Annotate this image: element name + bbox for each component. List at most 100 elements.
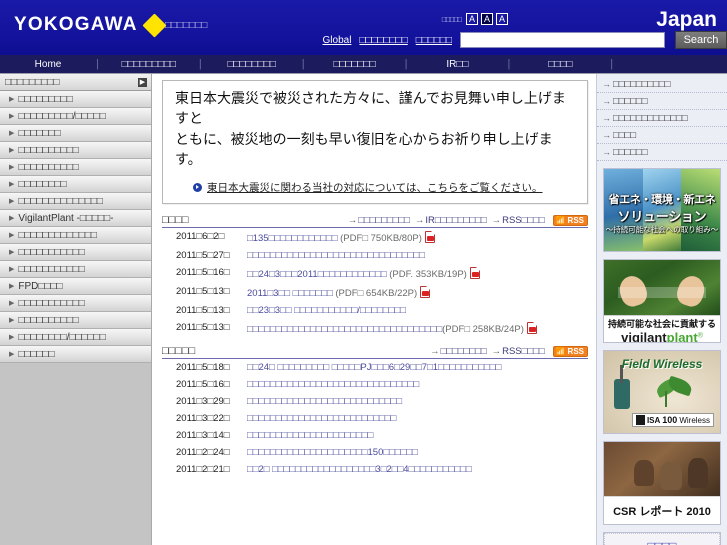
vigilantplant-banner[interactable]: 持続可能な社会に貢献する vigilantplant®	[603, 259, 721, 343]
news-row[interactable]: 2011□5□16□ □□24□3□□□2011□□□□□□□□□□□□ (PD…	[162, 266, 588, 281]
news-row[interactable]: 2011□3□29□ □□□□□□□□□□□□□□□□□□□□□□□□□□□	[162, 396, 588, 408]
sidebar-item-fpd[interactable]: ▶ FPD□□□□	[0, 278, 151, 295]
arrow-right-icon: →	[602, 79, 611, 89]
search-button[interactable]: Search	[675, 31, 727, 49]
notice-line-2: ともに、被災地の一刻も早い復旧を心からお祈り申し上げます。	[175, 131, 553, 168]
sidebar-item-label: □□□□□□□□□□□	[18, 263, 85, 275]
font-size-large-button[interactable]: A	[496, 13, 508, 25]
news-row[interactable]: 2011□3□22□ □□□□□□□□□□□□□□□□□□□□□□□□□□	[162, 413, 588, 425]
csr-report-banner[interactable]: CSR レポート 2010	[603, 441, 721, 525]
sidebar-item-5[interactable]: ▶ □□□□□□□□	[0, 176, 151, 193]
news-title[interactable]: □□23□3□□ □□□□□□□□□□□/□□□□□□□□	[247, 305, 406, 317]
section-links: →□□□□□□□□ →RSS□□□□ 📶 RSS	[430, 346, 588, 358]
right-link-3[interactable]: → □□□□	[597, 127, 727, 144]
section-link-ir-news[interactable]: →IR□□□□□□□□□	[415, 215, 487, 226]
news-row[interactable]: 2011□6□2□ □135□□□□□□□□□□□□ (PDF□ 750KB/8…	[162, 231, 588, 245]
notice-link[interactable]: 東日本大震災に関わる当社の対応については、こちらをご覧ください。	[207, 180, 542, 195]
news-title[interactable]: □□□□□□□□□□□□□□□□□□□□□□	[247, 430, 373, 442]
sidebar-header[interactable]: □□□□□□□□□ ▶	[0, 74, 151, 91]
sidebar-item-2[interactable]: ▶ □□□□□□□	[0, 125, 151, 142]
news-date: 2011□5□13□	[176, 304, 230, 316]
banner-title-line1: 省エネ・環境・新エネ	[608, 193, 716, 206]
nav-item-solutions[interactable]: □□□□□□□□	[202, 59, 302, 70]
sidebar-header-label: □□□□□□□□□	[5, 76, 60, 88]
news-title[interactable]: □□2□ □□□□□□□□□□□□□□□□□□3□2□□4□□□□□□□□□□□	[247, 464, 472, 476]
arrow-right-icon: →	[602, 96, 611, 106]
news-title[interactable]: □□□□□□□□□□□□□□□□□□□□□□□□□□□□□□□	[247, 250, 425, 262]
global-navigation: Home | □□□□□□□□□ | □□□□□□□□ | □□□□□□□ | …	[0, 55, 727, 74]
right-link-2[interactable]: → □□□□□□□□□□□□□	[597, 110, 727, 127]
search-input[interactable]	[460, 32, 665, 48]
utility-link-global[interactable]: Global	[323, 35, 352, 46]
nav-item-ir[interactable]: IR□□	[407, 59, 507, 70]
triangle-right-icon: ▶	[9, 351, 15, 358]
isa-wireless-label: Wireless	[679, 415, 710, 425]
news-row[interactable]: 2011□2□24□ □□□□□□□□□□□□□□□□□□□□□150□□□□□…	[162, 447, 588, 459]
sidebar-item-14[interactable]: ▶ □□□□□□□□/□□□□□□	[0, 329, 151, 346]
news-title[interactable]: □□□□□□□□□□□□□□□□□□□□□□□□□□	[247, 413, 396, 425]
right-link-label: □□□□□□	[613, 95, 648, 107]
news-row[interactable]: 2011□5□13□ □□23□3□□ □□□□□□□□□□□/□□□□□□□□	[162, 305, 588, 317]
eco-energy-solution-banner[interactable]: 省エネ・環境・新エネ ソリューション 〜持続可能な社会への取り組み〜	[603, 168, 721, 252]
news-row[interactable]: 2011□5□13□ □□□□□□□□□□□□□□□□□□□□□□□□□□□□□…	[162, 321, 588, 336]
news-row[interactable]: 2011□2□21□ □□2□ □□□□□□□□□□□□□□□□□□3□2□□4…	[162, 464, 588, 476]
news-row[interactable]: 2011□5□27□ □□□□□□□□□□□□□□□□□□□□□□□□□□□□□…	[162, 250, 588, 262]
news-row[interactable]: 2011□5□13□ 2011□3□□ □□□□□□□ (PDF□ 654KB/…	[162, 285, 588, 300]
site-logo[interactable]: YOKOGAWA	[14, 12, 167, 38]
section-link-topics-archive[interactable]: →□□□□□□□□	[430, 346, 486, 357]
news-title[interactable]: □□24□3□□□2011□□□□□□□□□□□□ (PDF. 353KB/19…	[247, 266, 480, 281]
rss-wave-icon: 📶	[555, 346, 566, 356]
section-title: □□□□	[162, 214, 189, 227]
font-size-small-button[interactable]: A	[466, 13, 478, 25]
section-link-topics-rss-about[interactable]: →RSS□□□□	[492, 346, 545, 357]
right-link-1[interactable]: → □□□□□□	[597, 93, 727, 110]
brand-vigilant: vigilant	[621, 330, 667, 343]
triangle-right-icon: ▶	[9, 113, 15, 120]
partial-banner[interactable]: □□□□	[603, 532, 721, 545]
sidebar-item-13[interactable]: ▶ □□□□□□□□□□	[0, 312, 151, 329]
right-link-4[interactable]: → □□□□□□	[597, 144, 727, 161]
news-date: 2011□3□14□	[176, 429, 230, 441]
right-link-0[interactable]: → □□□□□□□□□□	[597, 76, 727, 93]
news-title[interactable]: □□□□□□□□□□□□□□□□□□□□□□□□□□□	[247, 396, 402, 408]
sidebar-item-label: □□□□□□	[18, 348, 55, 360]
sidebar-item-1[interactable]: ▶ □□□□□□□□□/□□□□□	[0, 108, 151, 125]
rss-badge-topics[interactable]: 📶 RSS	[552, 346, 588, 358]
news-row[interactable]: 2011□3□14□ □□□□□□□□□□□□□□□□□□□□□□	[162, 430, 588, 442]
rss-badge-news[interactable]: 📶 RSS	[552, 215, 588, 227]
right-sidebar: → □□□□□□□□□□ → □□□□□□ → □□□□□□□□□□□□□ → □□□□…	[596, 74, 727, 545]
news-row[interactable]: 2011□5□16□ □□□□□□□□□□□□□□□□□□□□□□□□□□□□□…	[162, 379, 588, 391]
sidebar-item-8[interactable]: ▶ □□□□□□□□□□□□□	[0, 227, 151, 244]
section-link-label: IR□□□□□□□□□	[425, 215, 487, 227]
utility-link-sitemap[interactable]: □□□□□□□□	[359, 35, 407, 46]
sidebar-item-6[interactable]: ▶ □□□□□□□□□□□□□□	[0, 193, 151, 210]
news-row[interactable]: 2011□5□18□ □□24□ □□□□□□□□□ □□□□□PJ□□□6□2…	[162, 362, 588, 374]
pdf-icon	[424, 231, 435, 244]
sidebar-item-3[interactable]: ▶ □□□□□□□□□□	[0, 142, 151, 159]
nav-item-support[interactable]: □□□□□□□	[305, 59, 405, 70]
font-size-medium-button[interactable]: A	[481, 13, 493, 25]
news-title[interactable]: □□□□□□□□□□□□□□□□□□□□□□□□□□□□□□	[247, 379, 419, 391]
nav-item-company[interactable]: □□□□	[510, 59, 610, 70]
news-title[interactable]: □135□□□□□□□□□□□□ (PDF□ 750KB/80P)	[247, 231, 435, 245]
nav-item-products[interactable]: □□□□□□□□□	[99, 59, 199, 70]
sidebar-item-15[interactable]: ▶ □□□□□□	[0, 346, 151, 363]
field-wireless-banner[interactable]: Field Wireless ISA 100 Wireless	[603, 350, 721, 434]
sidebar-item-10[interactable]: ▶ □□□□□□□□□□□	[0, 261, 151, 278]
sidebar-item-vigilantplant[interactable]: ▶ VigilantPlant -□□□□□-	[0, 210, 151, 227]
news-title-text: □□□□□□□□□□□□□□□□□□□□□□□□□□□□□□□□□□	[247, 323, 443, 335]
notice-link-row[interactable]: 東日本大震災に関わる当社の対応については、こちらをご覧ください。	[193, 180, 577, 195]
sidebar-item-12[interactable]: ▶ □□□□□□□□□□□	[0, 295, 151, 312]
sidebar-item-0[interactable]: ▶ □□□□□□□□□	[0, 91, 151, 108]
sidebar-item-9[interactable]: ▶ □□□□□□□□□□□	[0, 244, 151, 261]
news-title[interactable]: □□□□□□□□□□□□□□□□□□□□□□□□□□□□□□□□□□(PDF□ …	[247, 321, 537, 336]
section-link-archive[interactable]: →□□□□□□□□□	[348, 215, 410, 226]
news-title[interactable]: □□□□□□□□□□□□□□□□□□□□□150□□□□□□	[247, 447, 418, 459]
news-date: 2011□2□21□	[176, 463, 230, 475]
section-link-rss-about[interactable]: →RSS□□□□	[492, 215, 545, 226]
utility-link-contact[interactable]: □□□□□□	[416, 35, 452, 46]
sidebar-item-4[interactable]: ▶ □□□□□□□□□□	[0, 159, 151, 176]
nav-item-home[interactable]: Home	[0, 59, 96, 70]
news-title[interactable]: □□24□ □□□□□□□□□ □□□□□PJ□□□6□29□□7□1□□□□□…	[247, 362, 501, 374]
news-title[interactable]: 2011□3□□ □□□□□□□ (PDF□ 654KB/22P)	[247, 285, 431, 300]
